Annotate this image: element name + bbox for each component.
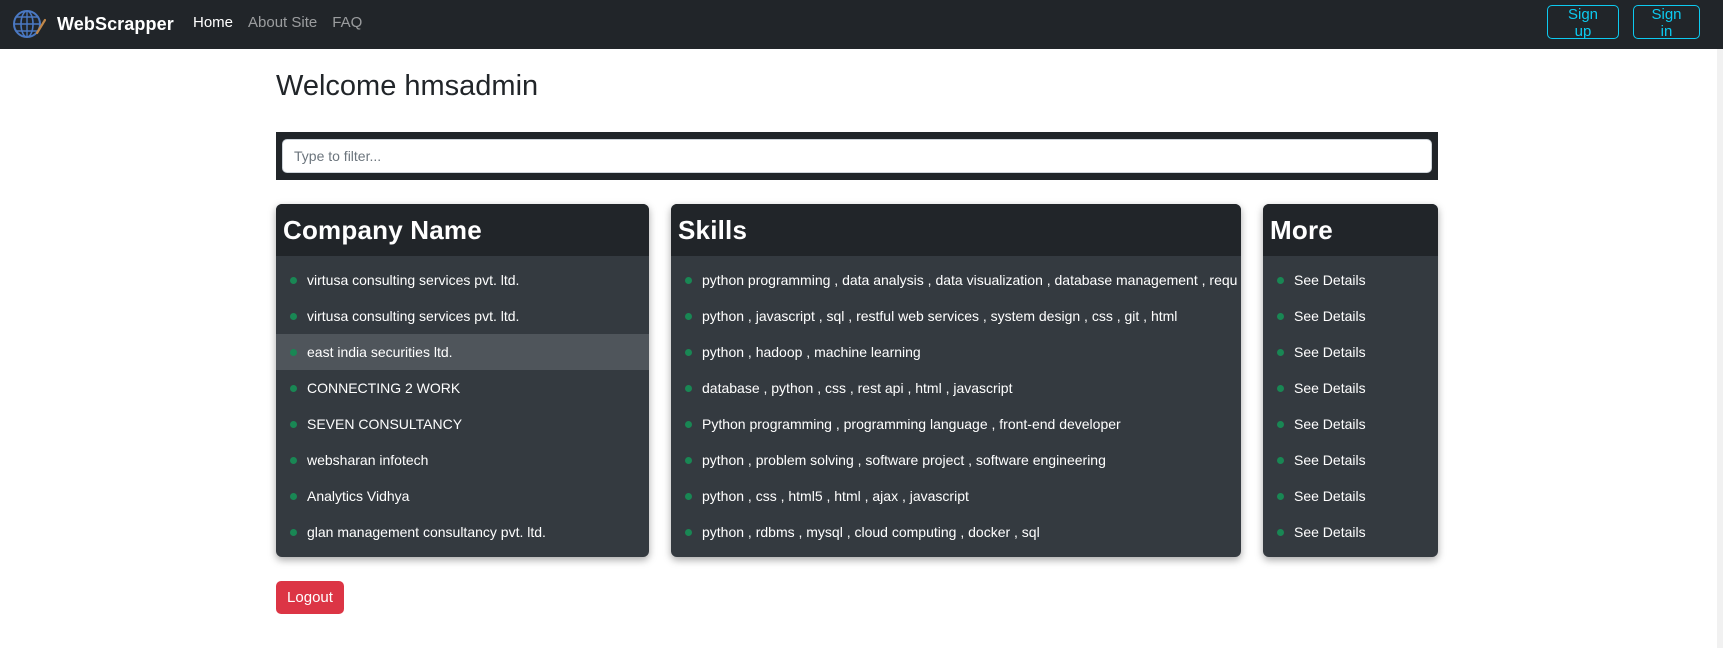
brand-link[interactable]: WebScrapper bbox=[12, 6, 174, 42]
company-list-item: Analytics Vidhya bbox=[276, 478, 649, 514]
more-title: More bbox=[1270, 214, 1333, 245]
nav-link-faq[interactable]: FAQ bbox=[332, 14, 362, 31]
bullet-dot-icon bbox=[1277, 384, 1284, 392]
more-item-text: See Details bbox=[1294, 488, 1366, 504]
see-details-link[interactable]: See Details bbox=[1263, 298, 1438, 334]
filter-input[interactable] bbox=[282, 139, 1432, 173]
bullet-dot-icon bbox=[290, 348, 297, 356]
company-item-text: glan management consultancy pvt. ltd. bbox=[307, 524, 546, 540]
bullet-dot-icon bbox=[290, 420, 297, 428]
bullet-dot-icon bbox=[290, 492, 297, 500]
company-item-text: CONNECTING 2 WORK bbox=[307, 380, 461, 396]
bullet-dot-icon bbox=[290, 528, 297, 536]
bullet-dot-icon bbox=[1277, 456, 1284, 464]
company-list-item: east india securities ltd. bbox=[276, 334, 649, 370]
company-list-item: CONNECTING 2 WORK bbox=[276, 370, 649, 406]
more-item-text: See Details bbox=[1294, 308, 1366, 324]
filter-bar bbox=[276, 132, 1438, 180]
skills-list-item: python programming , data analysis , dat… bbox=[671, 262, 1241, 298]
bullet-dot-icon bbox=[685, 528, 692, 536]
bullet-dot-icon bbox=[1277, 312, 1284, 320]
company-item-text: Analytics Vidhya bbox=[307, 488, 410, 504]
more-item-text: See Details bbox=[1294, 452, 1366, 468]
nav-link-about-site[interactable]: About Site bbox=[248, 14, 317, 31]
company-item-text: SEVEN CONSULTANCY bbox=[307, 416, 463, 432]
company-list: virtusa consulting services pvt. ltd. vir… bbox=[276, 256, 649, 550]
bullet-dot-icon bbox=[290, 276, 297, 284]
skills-item-text: python , rdbms , mysql , cloud computing… bbox=[702, 524, 1040, 540]
bullet-dot-icon bbox=[685, 312, 692, 320]
skills-item-text: python programming , data analysis , dat… bbox=[702, 272, 1238, 288]
skills-item-text: python , problem solving , software proj… bbox=[702, 452, 1106, 468]
more-item-text: See Details bbox=[1294, 524, 1366, 540]
skills-header: Skills bbox=[671, 204, 1241, 256]
skills-item-text: Python programming , programming languag… bbox=[702, 416, 1121, 432]
skills-list-item: python , javascript , sql , restful web … bbox=[671, 298, 1241, 334]
bullet-dot-icon bbox=[685, 420, 692, 428]
more-list: See Details See Details See Details See Det… bbox=[1263, 256, 1438, 550]
company-item-text: websharan infotech bbox=[307, 452, 429, 468]
skills-list-item: database , python , css , rest api , htm… bbox=[671, 370, 1241, 406]
bullet-dot-icon bbox=[1277, 528, 1284, 536]
bullet-dot-icon bbox=[1277, 348, 1284, 356]
brand-name: WebScrapper bbox=[57, 13, 174, 34]
see-details-link[interactable]: See Details bbox=[1263, 370, 1438, 406]
nav-link-home[interactable]: Home bbox=[193, 14, 233, 31]
globe-icon bbox=[13, 10, 46, 38]
bullet-dot-icon bbox=[685, 492, 692, 500]
skills-list-item: python , rdbms , mysql , cloud computing… bbox=[671, 514, 1241, 550]
see-details-link[interactable]: See Details bbox=[1263, 334, 1438, 370]
company-name-card: Company Name virtusa consulting services… bbox=[276, 204, 649, 557]
skills-card: Skills python programming , data analysi… bbox=[671, 204, 1241, 557]
bullet-dot-icon bbox=[290, 384, 297, 392]
bullet-dot-icon bbox=[290, 456, 297, 464]
company-item-text: east india securities ltd. bbox=[307, 344, 453, 360]
sign-up-button[interactable]: Sign up bbox=[1547, 5, 1619, 40]
more-card: More See Details See Details See Details Se… bbox=[1263, 204, 1438, 557]
skills-item-text: python , css , html5 , html , ajax , jav… bbox=[702, 488, 969, 504]
bullet-dot-icon bbox=[685, 276, 692, 284]
skills-list-item: Python programming , programming languag… bbox=[671, 406, 1241, 442]
company-list-item: virtusa consulting services pvt. ltd. bbox=[276, 298, 649, 334]
skills-item-text: python , javascript , sql , restful web … bbox=[702, 308, 1178, 324]
logout-button[interactable]: Logout bbox=[276, 581, 344, 614]
bullet-dot-icon bbox=[290, 312, 297, 320]
company-list-item: websharan infotech bbox=[276, 442, 649, 478]
more-item-text: See Details bbox=[1294, 380, 1366, 396]
skills-list-item: python , hadoop , machine learning bbox=[671, 334, 1241, 370]
company-list-item: SEVEN CONSULTANCY bbox=[276, 406, 649, 442]
page-scrollbar[interactable] bbox=[1717, 49, 1723, 648]
see-details-link[interactable]: See Details bbox=[1263, 442, 1438, 478]
bullet-dot-icon bbox=[685, 384, 692, 392]
bullet-dot-icon bbox=[685, 348, 692, 356]
see-details-link[interactable]: See Details bbox=[1263, 262, 1438, 298]
skills-list-item: python , css , html5 , html , ajax , jav… bbox=[671, 478, 1241, 514]
bullet-dot-icon bbox=[1277, 276, 1284, 284]
more-item-text: See Details bbox=[1294, 272, 1366, 288]
nav-links: Home About Site FAQ bbox=[193, 0, 377, 44]
welcome-heading: Welcome hmsadmin bbox=[276, 70, 539, 102]
company-item-text: virtusa consulting services pvt. ltd. bbox=[307, 272, 520, 288]
more-header: More bbox=[1263, 204, 1438, 256]
see-details-link[interactable]: See Details bbox=[1263, 478, 1438, 514]
navbar: WebScrapper Home About Site FAQ Sign up … bbox=[0, 0, 1723, 49]
company-name-title: Company Name bbox=[283, 214, 482, 245]
skills-list: python programming , data analysis , dat… bbox=[671, 256, 1241, 550]
company-list-item: virtusa consulting services pvt. ltd. bbox=[276, 262, 649, 298]
skills-title: Skills bbox=[678, 214, 748, 245]
skills-list-item: python , problem solving , software proj… bbox=[671, 442, 1241, 478]
bullet-dot-icon bbox=[685, 456, 692, 464]
bullet-dot-icon bbox=[1277, 492, 1284, 500]
company-list-item: glan management consultancy pvt. ltd. bbox=[276, 514, 649, 550]
skills-item-text: database , python , css , rest api , htm… bbox=[702, 380, 1013, 396]
more-item-text: See Details bbox=[1294, 344, 1366, 360]
bullet-dot-icon bbox=[1277, 420, 1284, 428]
company-item-text: virtusa consulting services pvt. ltd. bbox=[307, 308, 520, 324]
more-item-text: See Details bbox=[1294, 416, 1366, 432]
sign-in-button[interactable]: Sign in bbox=[1633, 5, 1700, 40]
skills-item-text: python , hadoop , machine learning bbox=[702, 344, 921, 360]
company-name-header: Company Name bbox=[276, 204, 649, 256]
see-details-link[interactable]: See Details bbox=[1263, 406, 1438, 442]
see-details-link[interactable]: See Details bbox=[1263, 514, 1438, 550]
